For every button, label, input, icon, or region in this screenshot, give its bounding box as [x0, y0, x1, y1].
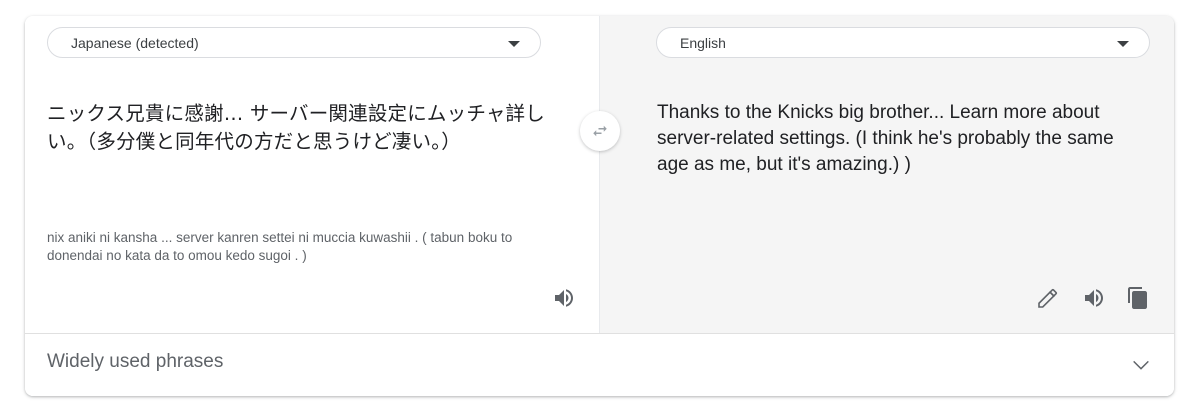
edit-translation-button[interactable] [1033, 283, 1063, 313]
source-romanization: nix aniki ni kansha ... server kanren se… [47, 230, 513, 263]
target-language-select[interactable]: English [656, 27, 1150, 58]
pencil-icon [1038, 288, 1058, 308]
speaker-icon [555, 289, 573, 307]
source-language-select[interactable]: Japanese (detected) [47, 27, 541, 58]
copy-icon [1128, 287, 1147, 309]
copy-translation-button[interactable] [1123, 283, 1153, 313]
source-speak-button[interactable] [549, 283, 579, 313]
source-language-label: Japanese (detected) [71, 34, 199, 51]
dropdown-caret-icon [508, 41, 520, 47]
target-speak-button[interactable] [1079, 283, 1109, 313]
dropdown-caret-icon [1117, 41, 1129, 47]
translate-card: Japanese (detected) ニックス兄貴に感謝… サーバー関連設定に… [25, 16, 1174, 396]
chevron-down-icon [1133, 360, 1149, 370]
swap-arrows-icon [593, 125, 607, 137]
speaker-icon [1085, 289, 1103, 307]
phrases-label: Widely used phrases [47, 351, 224, 372]
target-language-label: English [680, 34, 726, 51]
source-pane: Japanese (detected) ニックス兄貴に感謝… サーバー関連設定に… [25, 16, 599, 333]
widely-used-phrases-toggle[interactable]: Widely used phrases [25, 334, 1174, 396]
translated-text: Thanks to the Knicks big brother... Lear… [657, 102, 1114, 175]
source-text[interactable]: ニックス兄貴に感謝… サーバー関連設定にムッチャ詳しい。（多分僕と同年代の方だと… [47, 100, 557, 156]
swap-languages-button[interactable] [580, 111, 620, 151]
